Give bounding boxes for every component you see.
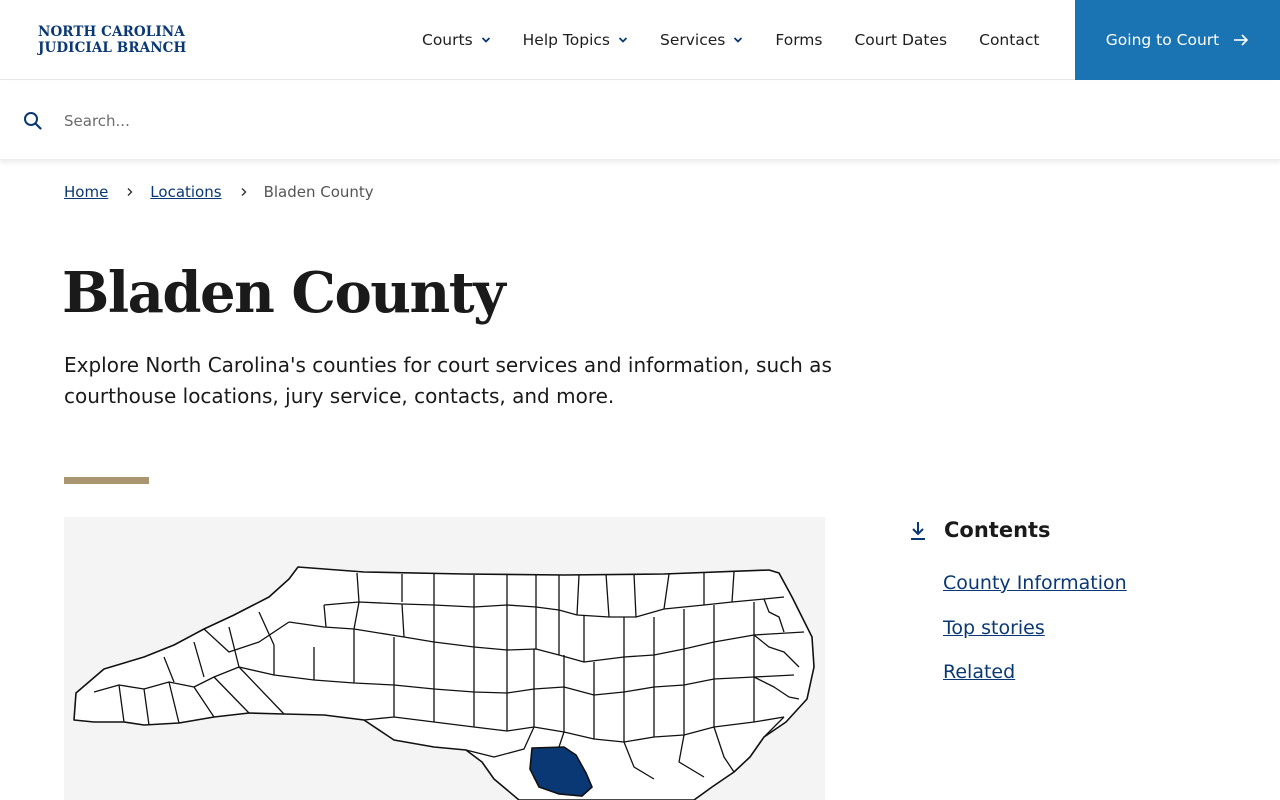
search-icon[interactable] [23, 111, 43, 131]
arrow-down-to-line-icon [911, 522, 925, 540]
contents-sidebar: Contents County Information Top stories … [908, 515, 1228, 706]
nav-item-label: Contact [979, 31, 1040, 49]
breadcrumb-locations[interactable]: Locations [150, 183, 221, 201]
toc-link-county-information[interactable]: County Information [943, 572, 1127, 594]
going-to-court-button[interactable]: Going to Court [1075, 0, 1280, 80]
nc-state-outline [73, 566, 815, 800]
nav-item-label: Court Dates [854, 31, 948, 49]
nav-item-forms[interactable]: Forms [759, 0, 838, 80]
chevron-down-icon [618, 37, 628, 43]
page-title: Bladen County [62, 260, 506, 326]
contents-list: County Information Top stories Related [943, 572, 1228, 706]
nav-item-label: Services [659, 31, 726, 49]
chevron-down-icon [734, 37, 743, 43]
nav-item-label: Help Topics [522, 31, 610, 49]
list-item: Related [943, 661, 1228, 706]
logo-line-1: NORTH CAROLINA [38, 24, 185, 40]
list-item: Top stories [943, 617, 1228, 662]
breadcrumb-home[interactable]: Home [64, 183, 108, 201]
cta-label: Going to Court [1105, 31, 1220, 49]
breadcrumb-current: Bladen County [263, 183, 374, 201]
site-logo[interactable]: NORTH CAROLINA JUDICIAL BRANCH [38, 24, 186, 56]
logo-line-2: JUDICIAL BRANCH [38, 40, 187, 56]
accent-divider [64, 477, 149, 484]
main-nav: Courts Help Topics Services Forms Court … [406, 0, 1055, 80]
arrow-right-icon [1234, 34, 1249, 46]
list-item: County Information [943, 572, 1228, 617]
contents-title: Contents [944, 518, 1051, 542]
search-input[interactable] [64, 105, 1214, 137]
nav-item-contact[interactable]: Contact [963, 0, 1055, 80]
nav-item-court-dates[interactable]: Court Dates [838, 0, 963, 80]
nav-item-label: Courts [422, 31, 473, 49]
breadcrumb: Home Locations Bladen County [64, 183, 374, 201]
nc-county-map-svg [73, 566, 815, 800]
county-map [64, 517, 825, 800]
toc-link-related[interactable]: Related [943, 661, 1015, 683]
nav-item-label: Forms [775, 31, 823, 49]
page-intro: Explore North Carolina's counties for co… [64, 353, 832, 408]
chevron-right-icon [241, 188, 247, 196]
chevron-right-icon [127, 188, 133, 196]
search-bar [0, 81, 1280, 160]
toc-link-top-stories[interactable]: Top stories [943, 617, 1045, 639]
nav-item-services[interactable]: Services [644, 0, 759, 80]
nav-item-courts[interactable]: Courts [406, 0, 507, 80]
chevron-down-icon [481, 37, 490, 43]
contents-header: Contents [908, 515, 1228, 545]
site-header: NORTH CAROLINA JUDICIAL BRANCH Courts He… [0, 0, 1280, 80]
nav-item-help-topics[interactable]: Help Topics [507, 0, 644, 80]
